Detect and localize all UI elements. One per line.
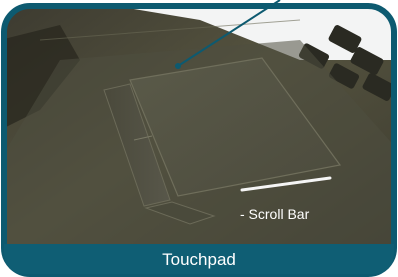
figure-frame: - Scroll Bar Touchpad bbox=[0, 0, 398, 277]
figure-caption: Touchpad bbox=[162, 250, 236, 269]
callout-dot bbox=[175, 63, 181, 69]
touchpad-photo bbox=[0, 0, 398, 277]
scroll-bar-label: - Scroll Bar bbox=[240, 206, 310, 222]
